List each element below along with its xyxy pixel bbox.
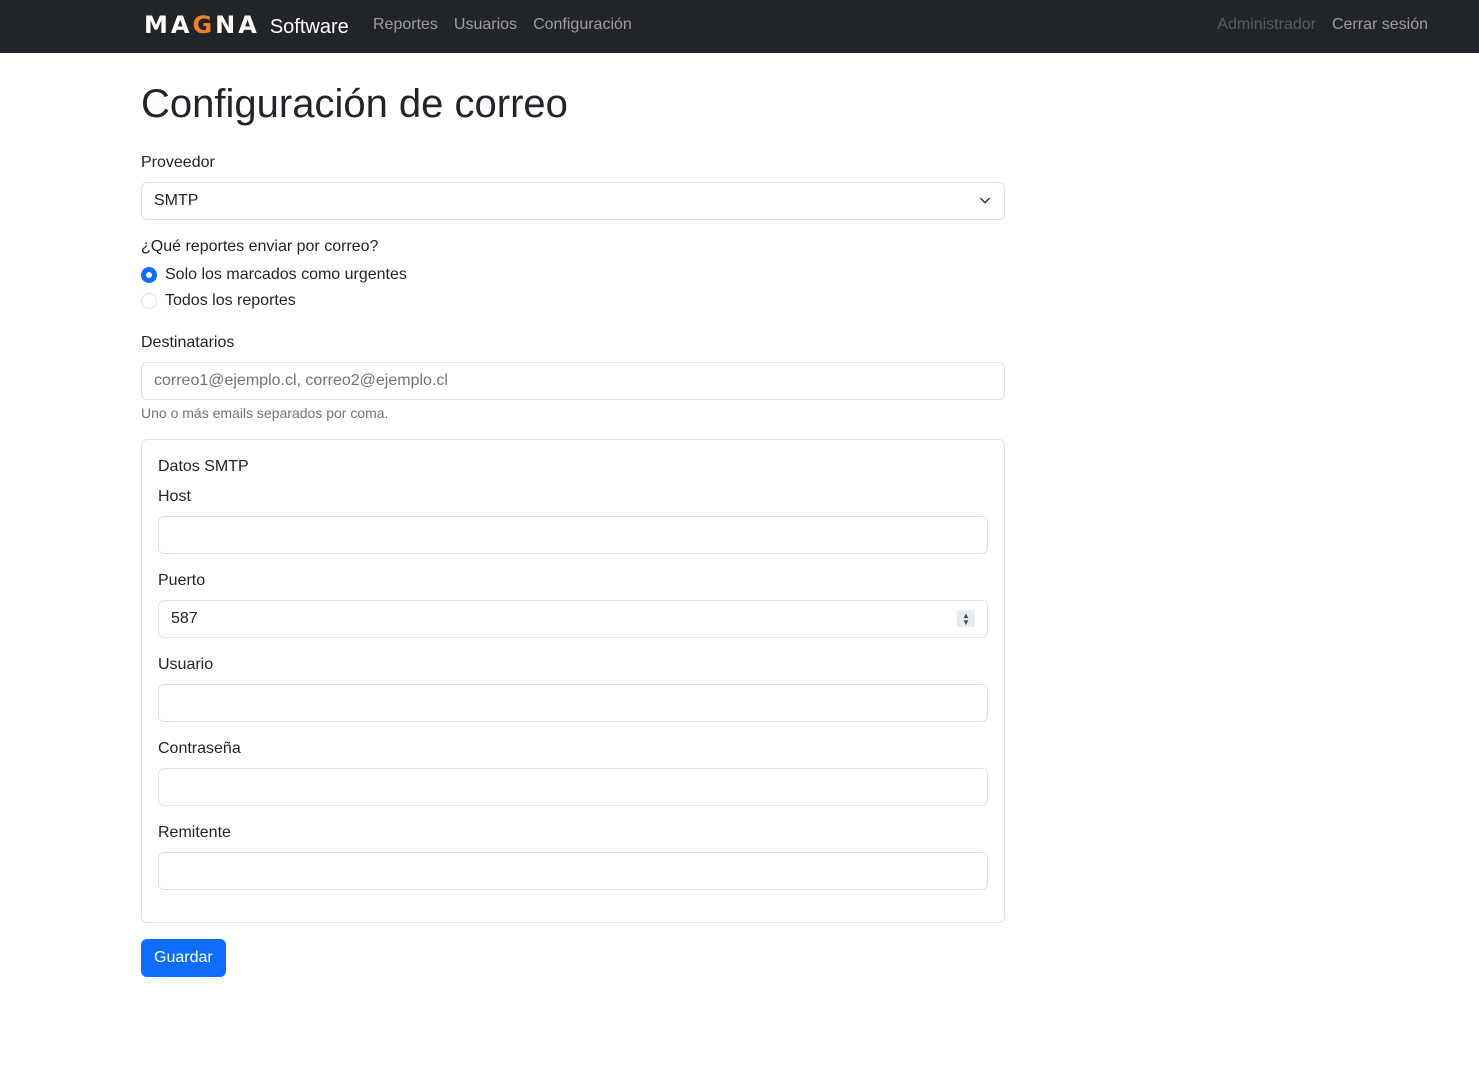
nav-link-usuarios[interactable]: Usuarios — [454, 16, 517, 34]
port-label: Puerto — [158, 572, 206, 589]
provider-label: Proveedor — [141, 154, 215, 171]
radio-option-urgent[interactable]: Solo los marcados como urgentes — [141, 262, 1005, 288]
host-input[interactable] — [158, 516, 988, 554]
logout-link[interactable]: Cerrar sesión — [1332, 16, 1428, 34]
smtp-legend: Datos SMTP — [158, 458, 249, 475]
sender-group: Remitente — [158, 824, 988, 890]
password-label: Contraseña — [158, 740, 241, 757]
user-input[interactable] — [158, 684, 988, 722]
nav-user-area: Administrador Cerrar sesión — [1217, 16, 1428, 34]
main-content: Configuración de correo Proveedor SMTP ¿… — [141, 53, 1005, 977]
recipients-group: Destinatarios Uno o más emails separados… — [141, 334, 1005, 421]
provider-selected-value: SMTP — [154, 192, 199, 209]
port-group: Puerto 587 ▲ ▼ — [158, 572, 988, 638]
password-group: Contraseña — [158, 740, 988, 806]
password-input[interactable] — [158, 768, 988, 806]
top-navbar: MAGNA Software Reportes Usuarios Configu… — [0, 0, 1479, 53]
recipients-input[interactable] — [141, 362, 1005, 400]
nav-link-reportes[interactable]: Reportes — [373, 16, 438, 34]
brand[interactable]: MAGNA Software — [144, 11, 349, 39]
host-label: Host — [158, 488, 191, 505]
radio-option-all[interactable]: Todos los reportes — [141, 288, 1005, 314]
radio-all[interactable] — [141, 293, 157, 309]
port-input[interactable]: 587 — [158, 600, 988, 638]
reports-question: ¿Qué reportes enviar por correo? — [141, 238, 379, 255]
radio-urgent-label[interactable]: Solo los marcados como urgentes — [165, 266, 407, 284]
chevron-down-icon — [980, 197, 990, 204]
sender-label: Remitente — [158, 824, 231, 841]
brand-subtitle: Software — [269, 16, 349, 38]
spinner-down-icon[interactable]: ▼ — [962, 618, 970, 626]
save-button[interactable]: Guardar — [141, 939, 226, 977]
reports-group: ¿Qué reportes enviar por correo? Solo lo… — [141, 238, 1005, 314]
page-title: Configuración de correo — [141, 82, 568, 126]
host-group: Host — [158, 488, 988, 554]
provider-select[interactable]: SMTP — [141, 182, 1005, 220]
user-label: Usuario — [158, 656, 214, 673]
user-group: Usuario — [158, 656, 988, 722]
current-user: Administrador — [1217, 16, 1316, 33]
radio-urgent[interactable] — [141, 267, 157, 283]
sender-input[interactable] — [158, 852, 988, 890]
recipients-help: Uno o más emails separados por coma. — [141, 405, 389, 421]
nav-link-configuracion[interactable]: Configuración — [533, 16, 632, 34]
port-spinner[interactable]: ▲ ▼ — [957, 610, 975, 627]
recipients-label: Destinatarios — [141, 334, 235, 351]
smtp-fieldset: Datos SMTP Host Puerto 587 ▲ ▼ Usuario C… — [141, 439, 1005, 923]
nav-links: Reportes Usuarios Configuración — [373, 16, 632, 34]
provider-group: Proveedor SMTP — [141, 154, 1005, 220]
magna-logo: MAGNA — [144, 11, 260, 39]
radio-all-label[interactable]: Todos los reportes — [165, 292, 296, 310]
port-value: 587 — [171, 610, 198, 627]
